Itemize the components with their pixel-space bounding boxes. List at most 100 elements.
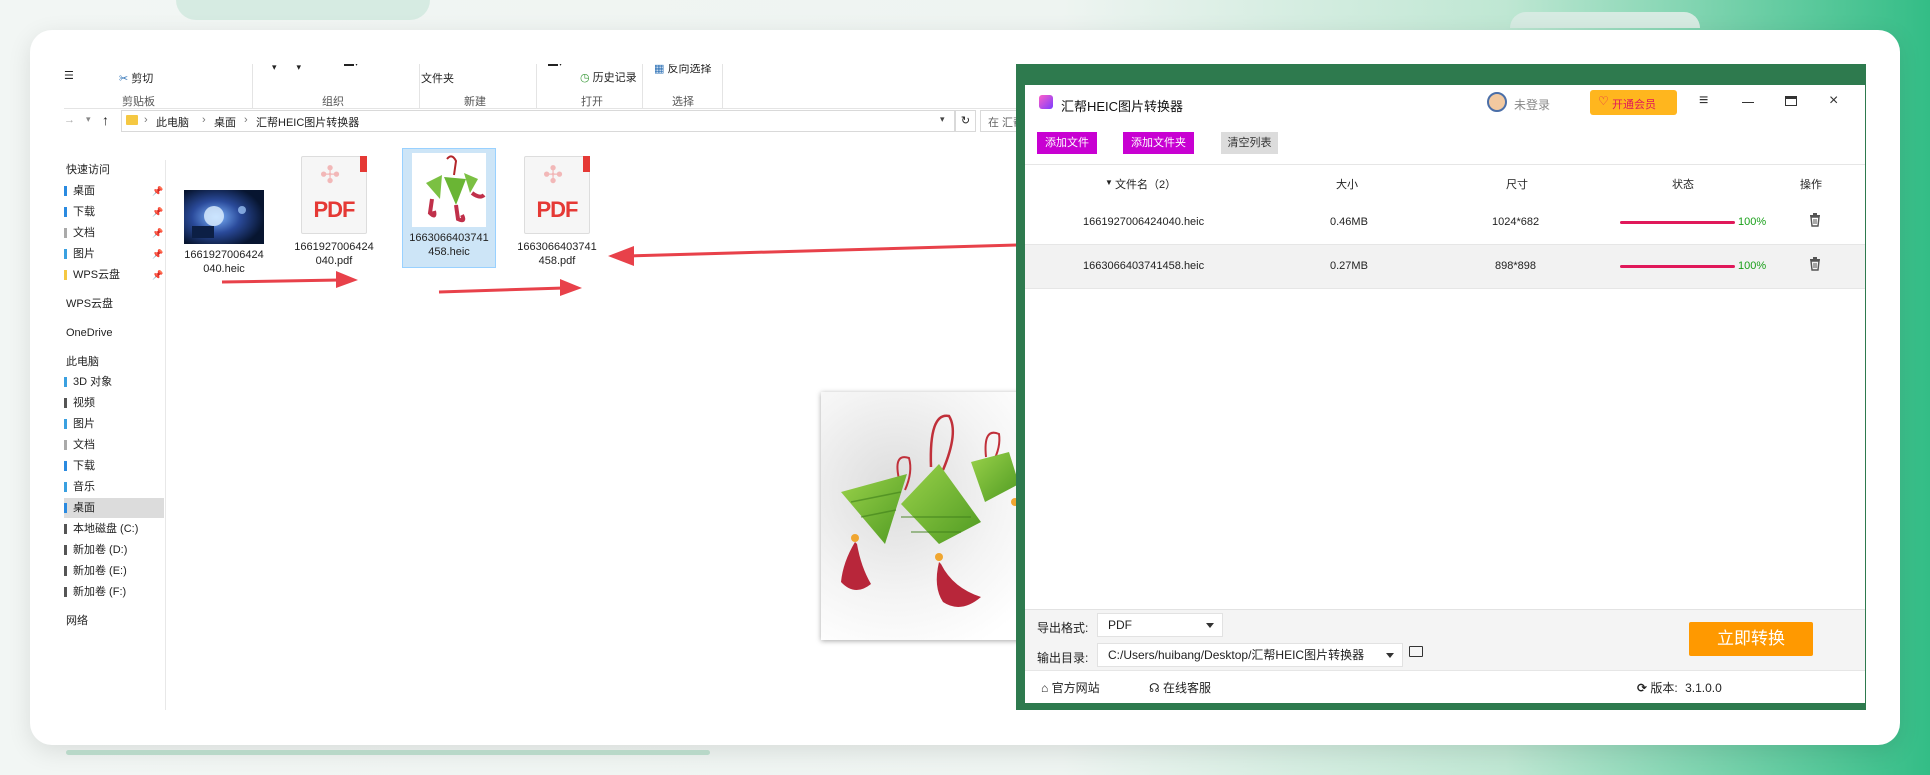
menu-icon[interactable]: ≡ <box>1699 92 1708 110</box>
table-row[interactable]: 1661927006424040.heic 0.46MB 1024*682 10… <box>1025 201 1865 245</box>
sidebar-item[interactable]: 本地磁盘 (C:) <box>64 519 164 539</box>
sidebar-item-label: 新加卷 (D:) <box>73 544 128 556</box>
history-button[interactable]: ◷ 历史记录 <box>580 69 637 85</box>
convert-now-button[interactable]: 立即转换 <box>1689 622 1813 656</box>
file-item-selected[interactable]: 1663066403741 458.heic <box>402 148 496 268</box>
format-select[interactable]: PDF <box>1097 613 1223 637</box>
file-item[interactable]: 1661927006424 040.heic <box>178 176 270 286</box>
sidebar-item[interactable]: 文档 📌 <box>64 223 164 243</box>
pin-icon[interactable]: 📌 <box>152 223 163 243</box>
acrobat-icon: ✣ <box>320 162 341 189</box>
document-icon <box>64 228 67 238</box>
sidebar-item[interactable]: 此电脑 <box>64 352 164 372</box>
sidebar-item[interactable]: 快速访问 <box>64 160 164 180</box>
address-dropdown-icon[interactable]: ▾ <box>940 114 945 125</box>
row-dims: 898*898 <box>1495 260 1536 272</box>
ribbon-dropdown-icon[interactable]: ▾ ▾ <box>272 64 301 73</box>
output-dir-select[interactable]: C:/Users/huibang/Desktop/汇帮HEIC图片转换器 <box>1097 643 1403 667</box>
delete-button[interactable] <box>1809 257 1821 274</box>
download-icon <box>64 207 67 217</box>
column-header-actions: 操作 <box>1800 179 1822 191</box>
acrobat-icon: ✣ <box>543 162 564 189</box>
up-arrow-icon[interactable]: ↑ <box>102 112 109 128</box>
refresh-button[interactable]: ↻ <box>955 110 976 132</box>
invert-select-button[interactable]: ▦ 反向选择 <box>654 64 711 76</box>
column-header-filename[interactable]: 文件名（2） <box>1115 176 1176 192</box>
breadcrumb-folder[interactable]: 汇帮HEIC图片转换器 <box>256 114 359 130</box>
horizontal-scrollbar[interactable] <box>66 750 710 755</box>
sidebar-item-label: 3D 对象 <box>73 376 113 388</box>
version-info: ⟳ 版本: 3.1.0.0 <box>1637 681 1722 695</box>
add-folder-button[interactable]: 添加文件夹 <box>1123 132 1194 154</box>
breadcrumb-this-pc[interactable]: 此电脑 <box>156 114 189 130</box>
minimize-icon[interactable] <box>1742 102 1754 103</box>
progress-bar <box>1620 265 1735 268</box>
format-label: 导出格式: <box>1037 621 1089 635</box>
ribbon-fragment: ☰ <box>64 70 74 82</box>
sidebar-item[interactable]: 图片 <box>64 414 164 434</box>
sidebar-item[interactable]: 网络 <box>64 611 164 631</box>
ribbon-group-select: 选择 <box>672 96 694 108</box>
format-value: PDF <box>1108 618 1132 632</box>
file-name: 1661927006424 <box>184 249 264 261</box>
sidebar-item[interactable]: 桌面 <box>64 498 164 518</box>
sidebar-item[interactable]: 文档 <box>64 435 164 455</box>
new-folder-button[interactable]: 文件夹 <box>421 70 454 86</box>
sidebar-item-label: 此电脑 <box>66 356 99 368</box>
search-box[interactable]: 在 汇帮H... ⌕ <box>980 110 1016 132</box>
online-support-link[interactable]: ☊ 在线客服 <box>1149 679 1211 696</box>
delete-button[interactable] <box>1809 213 1821 230</box>
sidebar-item[interactable]: WPS云盘 <box>64 294 164 314</box>
vip-button[interactable]: ♡ 开通会员 <box>1590 90 1677 115</box>
ribbon-dropdown-icon[interactable]: ▬▾ <box>548 64 563 69</box>
sidebar-item[interactable]: WPS云盘 📌 <box>64 265 164 285</box>
search-input[interactable]: 在 汇帮H... <box>988 114 1016 130</box>
breadcrumb-desktop[interactable]: 桌面 <box>214 114 236 130</box>
pin-icon[interactable]: 📌 <box>152 202 163 222</box>
sidebar-item-label: 下载 <box>73 206 95 218</box>
add-file-button[interactable]: 添加文件 <box>1037 132 1097 154</box>
pin-icon[interactable]: 📌 <box>152 181 163 201</box>
pin-icon[interactable]: 📌 <box>152 265 163 285</box>
trash-icon <box>1810 257 1820 271</box>
sidebar-item[interactable]: 桌面 📌 <box>64 181 164 201</box>
table-header: ▼ 文件名（2） 大小 尺寸 状态 操作 <box>1025 164 1865 202</box>
sidebar-item[interactable]: 音乐 <box>64 477 164 497</box>
column-header-status: 状态 <box>1672 179 1694 191</box>
login-link[interactable]: 未登录 <box>1514 96 1550 113</box>
open-folder-icon[interactable] <box>1409 646 1423 657</box>
avatar[interactable] <box>1487 92 1507 112</box>
clear-list-button[interactable]: 清空列表 <box>1221 132 1278 154</box>
pdf-badge: PDF <box>313 197 356 222</box>
sidebar-item-label: 桌面 <box>73 502 95 514</box>
scissors-icon: ✂ <box>119 73 129 85</box>
sidebar-item[interactable]: 新加卷 (D:) <box>64 540 164 560</box>
sort-desc-icon[interactable]: ▼ <box>1105 178 1113 187</box>
sidebar-item[interactable]: 3D 对象 <box>64 372 164 392</box>
dropdown-arrow-icon[interactable]: ▾ <box>86 114 91 125</box>
pin-icon[interactable]: 📌 <box>152 244 163 264</box>
ribbon-dropdown-icon[interactable]: ▬▾ <box>344 64 359 69</box>
video-icon <box>64 398 67 408</box>
sidebar-item[interactable]: 新加卷 (F:) <box>64 582 164 602</box>
sidebar-item[interactable]: 图片 📌 <box>64 244 164 264</box>
row-size: 0.27MB <box>1330 260 1368 272</box>
column-header-dims: 尺寸 <box>1506 179 1528 191</box>
sidebar-item[interactable]: 下载 <box>64 456 164 476</box>
back-arrow-icon[interactable]: → <box>64 114 75 126</box>
sidebar-item[interactable]: 视频 <box>64 393 164 413</box>
file-item[interactable]: ✣ PDF 1661927006424 040.pdf <box>288 150 380 286</box>
file-item[interactable]: ✣ PDF 1663066403741 458.pdf <box>511 150 603 286</box>
sidebar-item[interactable]: OneDrive <box>64 323 164 343</box>
table-row[interactable]: 1663066403741458.heic 0.27MB 898*898 100… <box>1025 245 1865 289</box>
close-icon[interactable]: × <box>1829 92 1838 110</box>
history-icon: ◷ <box>580 72 590 84</box>
maximize-icon[interactable] <box>1785 96 1797 106</box>
sidebar-item[interactable]: 下载 📌 <box>64 202 164 222</box>
cut-button[interactable]: ✂ 剪切 <box>119 70 153 86</box>
heart-icon: ♡ <box>1598 94 1609 108</box>
official-website-link[interactable]: ⌂ 官方网站 <box>1041 679 1100 696</box>
status-bar: ⌂ 官方网站 ☊ 在线客服 ⟳ 版本: 3.1.0.0 <box>1025 670 1865 703</box>
sidebar-item[interactable]: 新加卷 (E:) <box>64 561 164 581</box>
address-bar[interactable]: › 此电脑 › 桌面 › 汇帮HEIC图片转换器 ▾ <box>121 110 955 132</box>
